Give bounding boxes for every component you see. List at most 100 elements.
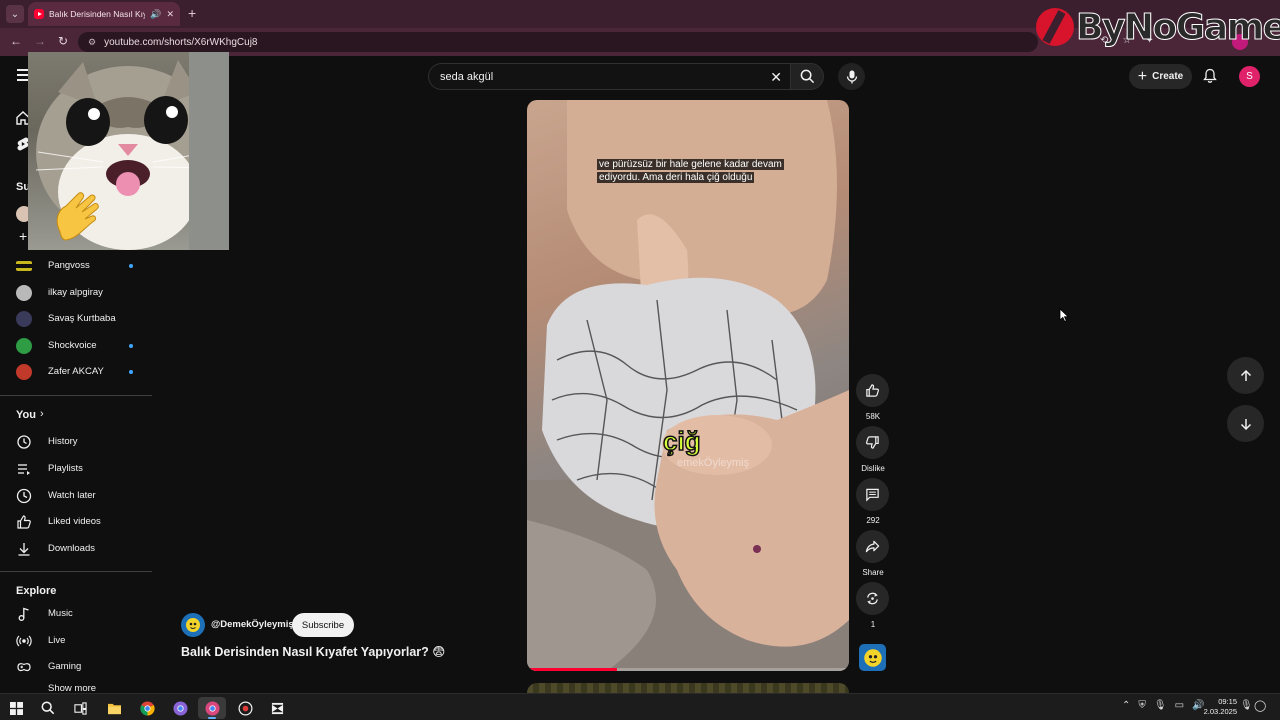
shorts-video-player[interactable]: ve pürüzsüz bir hale gelene kadar devam …: [527, 100, 849, 671]
sidebar-item-playlists[interactable]: Playlists: [0, 457, 152, 481]
notification-center-icon[interactable]: ◯: [1254, 699, 1266, 712]
back-arrow-icon[interactable]: ←: [10, 34, 22, 48]
bynogame-logo-icon: [1036, 8, 1074, 46]
gaming-controller-icon: [17, 663, 31, 672]
start-button[interactable]: [2, 697, 30, 719]
task-view-button[interactable]: [66, 697, 94, 719]
task-view-icon: [73, 701, 87, 715]
tab-search-button[interactable]: ⌄: [6, 5, 24, 23]
new-tab-button[interactable]: +: [188, 5, 196, 21]
sidebar-channel-shockvoice[interactable]: Shockvoice: [0, 334, 152, 358]
comments-button[interactable]: [856, 478, 889, 511]
video-watermark-text: emekÖyleymiş: [677, 457, 750, 469]
chevron-up-icon[interactable]: ⌃: [1122, 700, 1130, 711]
sidebar-divider: [0, 571, 152, 572]
previous-short-button[interactable]: [1227, 357, 1264, 394]
taskbar-recorder-app[interactable]: [231, 697, 259, 719]
remix-button[interactable]: [856, 582, 889, 615]
sidebar-channel-ilkay-alpgiray[interactable]: ilkay alpgiray: [0, 281, 152, 305]
browser-tab[interactable]: Balık Derisinden Nasıl Kıyafet Yapıyorla…: [28, 2, 180, 26]
address-url: youtube.com/shorts/X6rWKhgCuj8: [104, 36, 258, 48]
sidebar-item-gaming[interactable]: Gaming: [0, 655, 152, 679]
security-icon[interactable]: ⛨: [1138, 700, 1146, 711]
search-button[interactable]: [790, 63, 824, 90]
history-icon: [17, 435, 31, 449]
chrome-profile-icon: [172, 700, 188, 716]
arrow-up-icon: [1240, 369, 1251, 381]
taskbar-chrome-profile-a[interactable]: [166, 697, 194, 719]
sidebar-item-downloads[interactable]: Downloads: [0, 537, 152, 561]
sidebar-item-watch-later[interactable]: Watch later: [0, 484, 152, 508]
sidebar-item-liked-videos[interactable]: Liked videos: [0, 510, 152, 534]
notifications-bell-icon[interactable]: [1202, 68, 1218, 84]
taskbar-clock[interactable]: 09:15 2.03.2025: [1203, 697, 1237, 717]
sidebar-item-music[interactable]: Music: [0, 602, 152, 626]
cat-meme-overlay: [28, 52, 229, 250]
youtube-favicon-icon: [34, 9, 44, 19]
dislike-button[interactable]: [856, 426, 889, 459]
thumbs-up-icon: [866, 384, 879, 397]
channel-logo-icon: [186, 618, 200, 632]
video-overlay-word: çiğ: [662, 425, 701, 457]
taskbar-chrome[interactable]: [133, 697, 161, 719]
reload-icon[interactable]: ↻: [58, 34, 68, 48]
forward-arrow-icon[interactable]: →: [34, 34, 46, 48]
chrome-profile-icon: [204, 700, 220, 716]
share-button[interactable]: [856, 530, 889, 563]
channel-avatar: [16, 285, 32, 301]
sidebar-item-live[interactable]: Live: [0, 629, 152, 653]
clock-icon: [16, 488, 32, 504]
microphone-icon[interactable]: 🎙: [1154, 700, 1167, 711]
sidebar-you-heading[interactable]: You ›: [0, 404, 152, 428]
mic-status-icon[interactable]: 🎙: [1240, 700, 1253, 711]
next-short-button[interactable]: [1227, 405, 1264, 442]
thumbs-down-icon: [866, 436, 879, 449]
short-channel-handle[interactable]: @DemekÖyleymiş: [211, 619, 294, 630]
new-content-dot: [129, 344, 133, 348]
create-label: Create: [1152, 71, 1184, 82]
sidebar-channel-pangvoss[interactable]: Pangvoss: [0, 254, 152, 278]
video-progress-track[interactable]: [527, 668, 849, 671]
sidebar-item-history[interactable]: History: [0, 430, 152, 454]
share-label: Share: [862, 568, 884, 577]
playlists-icon: [18, 464, 30, 475]
clear-search-icon[interactable]: ✕: [770, 69, 782, 86]
account-avatar[interactable]: S: [1239, 66, 1260, 87]
taskbar-capcut-app[interactable]: [263, 697, 291, 719]
bynogame-watermark-logo: ByNoGame: [1036, 2, 1280, 52]
taskbar-chrome-profile-b[interactable]: [198, 697, 226, 719]
screen: ⌄ Balık Derisinden Nasıl Kıyafet Yapıyor…: [0, 0, 1280, 720]
explore-heading: Explore: [16, 585, 57, 597]
create-button[interactable]: + Create: [1129, 64, 1192, 89]
search-query: seda akgül: [440, 70, 494, 83]
search-icon: [800, 69, 814, 84]
taskbar-file-explorer[interactable]: [100, 697, 128, 719]
sidebar-channel-zafer-akcay[interactable]: Zafer AKCAY: [0, 360, 152, 384]
network-icon[interactable]: ▭: [1175, 700, 1184, 711]
capcut-icon: [271, 702, 283, 714]
subscribe-button[interactable]: Subscribe: [292, 613, 354, 637]
short-channel-avatar[interactable]: [181, 613, 205, 637]
sidebar-item-show-more[interactable]: Show more: [0, 681, 152, 691]
system-tray: ⌃ ⛨ 🎙 ▭ 🔊: [1122, 700, 1205, 711]
like-button[interactable]: [856, 374, 889, 407]
voice-search-button[interactable]: [838, 63, 865, 90]
thumbs-up-icon: [17, 515, 31, 529]
site-info-icon[interactable]: ⚙: [88, 37, 96, 48]
sidebar-channel-savas-kurtbaba[interactable]: Savaş Kurtbaba: [0, 307, 152, 331]
remix-count: 1: [870, 620, 876, 629]
original-audio-channel-thumb[interactable]: [859, 644, 886, 671]
remix-icon: [867, 592, 878, 605]
channel-avatar: [16, 311, 32, 327]
address-bar[interactable]: ⚙ youtube.com/shorts/X6rWKhgCuj8: [78, 32, 1038, 52]
add-icon[interactable]: +: [19, 228, 27, 244]
share-action: Share: [856, 530, 890, 577]
plus-icon: +: [1137, 67, 1148, 85]
close-tab-icon[interactable]: ✕: [166, 9, 174, 20]
taskbar-search-button[interactable]: [34, 697, 62, 719]
search-input[interactable]: seda akgül ✕: [428, 63, 790, 90]
clock-time: 09:15: [1218, 697, 1237, 706]
speaker-icon[interactable]: 🔊: [150, 9, 161, 20]
sidebar-divider: [0, 395, 152, 396]
chrome-icon: [139, 700, 155, 716]
